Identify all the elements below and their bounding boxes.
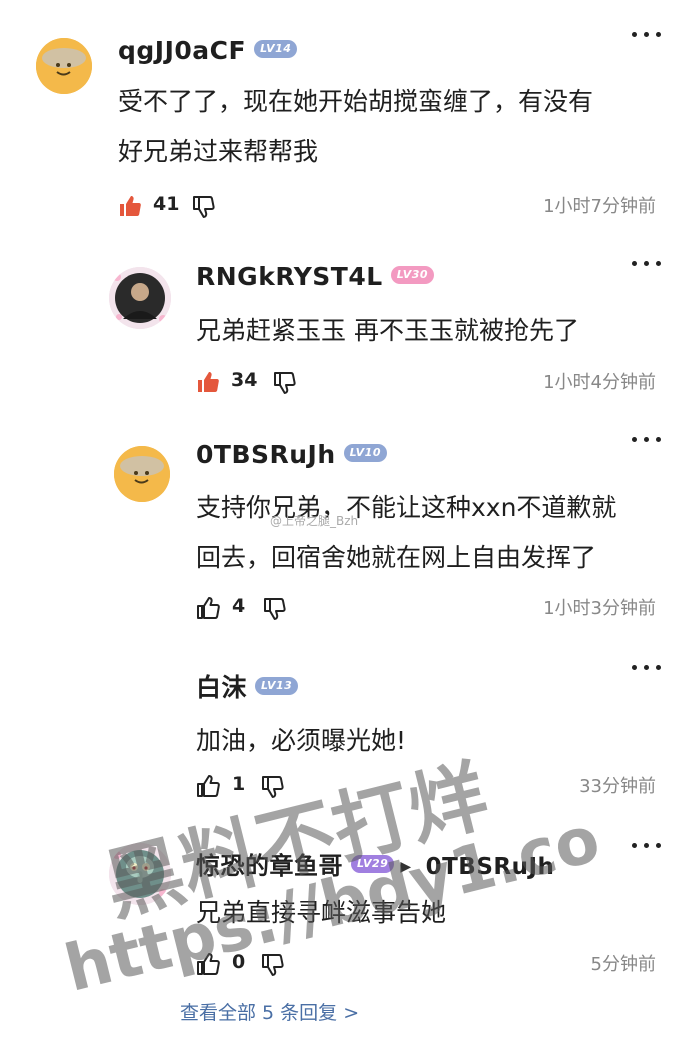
view-all-replies-link[interactable]: 查看全部 5 条回复 > — [180, 998, 359, 1025]
username[interactable]: 惊恐的章鱼哥 — [196, 852, 343, 880]
comment-text: 兄弟赶紧玉玉 再不玉玉就被抢先了 — [196, 316, 579, 345]
thumbs-down-icon[interactable] — [260, 952, 284, 976]
comment-text: 兄弟直接寻衅滋事告她 — [196, 898, 447, 927]
like-count: 41 — [153, 193, 180, 215]
smiley-avatar-icon[interactable] — [36, 38, 92, 94]
comment-actions: 41 1小时7分钟前 — [118, 192, 658, 222]
watermark-username: @上帝之腿_Bzh — [270, 514, 359, 528]
like-count: 1 — [232, 773, 246, 795]
level-badge: LV30 — [390, 266, 435, 284]
thumbs-up-icon[interactable] — [118, 194, 142, 218]
thumbs-down-icon[interactable] — [272, 370, 296, 394]
thumbs-up-icon[interactable] — [196, 596, 220, 620]
thumbs-down-icon[interactable] — [262, 596, 286, 620]
comment-text: 加油，必须曝光她! — [196, 726, 407, 755]
comment-actions: 4 1小时3分钟前 — [196, 594, 658, 624]
like-count: 0 — [232, 951, 246, 973]
more-options-button[interactable] — [632, 662, 662, 672]
timestamp: 1小时3分钟前 — [543, 598, 656, 619]
more-options-button[interactable] — [632, 258, 662, 268]
reply-target-username[interactable]: 0TBSRuJh — [426, 854, 555, 880]
timestamp: 33分钟前 — [579, 776, 656, 797]
like-count: 4 — [232, 595, 246, 617]
squidward-avatar-icon[interactable] — [109, 843, 171, 905]
username[interactable]: qgJJ0aCF — [118, 36, 246, 65]
thumbs-up-icon[interactable] — [196, 370, 220, 394]
photo-avatar-icon[interactable] — [109, 267, 171, 329]
username[interactable]: RNGkRYST4L — [196, 262, 383, 291]
comment-actions: 34 1小时4分钟前 — [196, 368, 658, 398]
thumbs-down-icon[interactable] — [260, 774, 284, 798]
comment-actions: 0 5分钟前 — [196, 950, 658, 980]
username[interactable]: 0TBSRuJh — [196, 440, 336, 469]
thumbs-down-icon[interactable] — [191, 194, 215, 218]
smiley-avatar-icon[interactable] — [114, 446, 170, 502]
reply-arrow-icon: ▶ — [400, 859, 412, 875]
like-count: 34 — [231, 369, 258, 391]
level-badge: LV13 — [255, 677, 299, 695]
timestamp: 1小时4分钟前 — [543, 372, 656, 393]
comment-text: 受不了了，现在她开始胡搅蛮缠了，有没有 好兄弟过来帮帮我 — [118, 87, 594, 166]
level-badge: LV10 — [343, 444, 387, 462]
level-badge: LV29 — [351, 855, 395, 873]
more-options-button[interactable] — [632, 840, 662, 850]
timestamp: 1小时7分钟前 — [543, 196, 656, 217]
thumbs-up-icon[interactable] — [196, 774, 220, 798]
comment-actions: 1 33分钟前 — [196, 772, 658, 802]
comment-text: 支持你兄弟，不能让这种xxn不道歉就 回去，回宿舍她就在网上自由发挥了 — [196, 493, 617, 572]
more-options-button[interactable] — [632, 434, 662, 444]
level-badge: LV14 — [254, 40, 298, 58]
username[interactable]: 白沫 — [196, 673, 247, 702]
timestamp: 5分钟前 — [590, 954, 656, 975]
thumbs-up-icon[interactable] — [196, 952, 220, 976]
more-options-button[interactable] — [632, 29, 662, 39]
